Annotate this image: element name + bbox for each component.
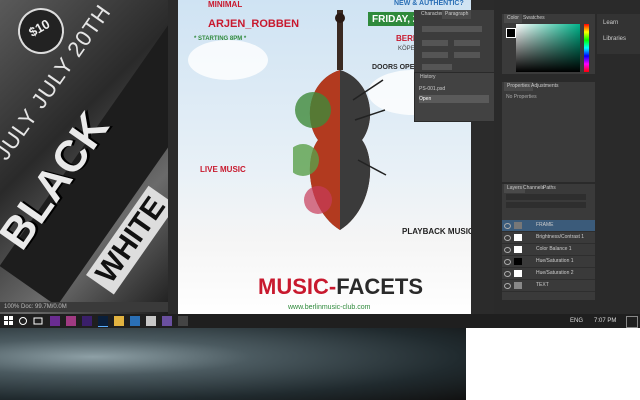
notifications-icon[interactable] [626,316,638,328]
cortana-icon[interactable] [18,316,28,326]
violin-tree-illustration [293,10,387,230]
layer-row[interactable]: Color Balance 1 [502,244,595,256]
poster-title: MUSIC-FACETS [258,274,423,300]
layer-name: Hue/Saturation 1 [536,258,574,264]
empty-area [466,328,640,400]
layer-thumbnail [514,222,522,229]
windows-start-icon[interactable] [4,316,14,326]
learn-item[interactable]: Learn [603,20,618,26]
poster-playback-label: PLAYBACK MUSIC [402,227,471,236]
color-picker-field[interactable] [516,24,580,72]
layer-row[interactable]: Hue/Saturation 1 [502,256,595,268]
layer-name: TEXT [536,282,549,288]
app-icon[interactable] [82,316,92,326]
space-before-field[interactable] [422,52,448,58]
tab-swatches[interactable]: Swatches [520,14,548,23]
left-flyer-canvas[interactable]: $10 JULY JULY 20TH BLACK WHITE 100% Doc:… [0,0,168,318]
clock[interactable]: 7:07 PM [594,316,616,326]
properties-panel[interactable]: Properties Adjustments No Properties [502,82,595,182]
folder-icon [514,282,522,289]
store-icon[interactable] [130,316,140,326]
task-view-icon[interactable] [33,316,43,326]
libraries-item[interactable]: Libraries [603,36,626,42]
foreground-swatch[interactable] [506,28,516,38]
layer-thumbnail [514,246,522,253]
layer-row[interactable]: TEXT [502,280,595,292]
file-explorer-icon[interactable] [114,316,124,326]
cloud [188,40,268,80]
app-icon[interactable] [50,316,60,326]
layer-row[interactable]: Hue/Saturation 2 [502,268,595,280]
layer-row[interactable]: FRAME [502,220,595,232]
layer-name: Hue/Saturation 2 [536,270,574,276]
poster-artist: ARJEN_ROBBEN [208,18,300,30]
layer-thumbnail [514,234,522,241]
poster-url: www.berlinmusic-club.com [288,304,371,311]
layer-filter-bar[interactable] [506,194,586,200]
tab-adjustments[interactable]: Adjustments [528,82,562,91]
eye-icon[interactable] [504,247,511,253]
poster-top-line1: MINIMAL [208,0,243,9]
eye-icon[interactable] [504,283,511,289]
indent-right-field[interactable] [454,40,480,46]
eye-icon[interactable] [504,271,511,277]
poster-live-label: LIVE MUSIC [200,165,246,174]
taskbar: ENG 7:07 PM [0,314,640,328]
hue-slider[interactable] [584,24,589,72]
document-status-bar: 100% Doc: 99.7M/0.0M [0,302,168,312]
layer-thumbnail [514,258,522,265]
app-icon[interactable] [162,316,172,326]
layers-panel[interactable]: Layers Channels Paths FRAME Brightness/C… [502,184,595,300]
indent-left-field[interactable] [422,40,448,46]
app-icon[interactable] [178,316,188,326]
desktop-wallpaper [0,328,466,400]
app-icon[interactable] [146,316,156,326]
layer-row[interactable]: Brightness/Contrast 1 [502,232,595,244]
language-indicator[interactable]: ENG [570,316,583,326]
poster-title-red: MUSIC [258,274,329,299]
hyphenate-checkbox[interactable] [422,64,452,70]
history-step-open[interactable]: Open [419,95,489,103]
photoshop-icon[interactable] [98,316,108,327]
layer-thumbnail [514,270,522,277]
tab-paragraph[interactable]: Paragraph [442,10,472,19]
poster-title-black: FACETS [336,274,424,299]
tab-history[interactable]: History [417,73,439,82]
layer-name: FRAME [536,222,554,228]
align-buttons[interactable] [422,26,482,32]
poster-start-time: * STARTING 8PM * [194,36,247,42]
app-icon[interactable] [66,316,76,326]
space-after-field[interactable] [454,52,480,58]
eye-icon[interactable] [504,259,511,265]
eye-icon[interactable] [504,223,511,229]
tab-paths[interactable]: Paths [540,184,559,193]
eye-icon[interactable] [504,235,511,241]
history-panel[interactable]: History PS-001.psd Open [414,72,496,122]
layer-name: Color Balance 1 [536,246,572,252]
layer-name: Brightness/Contrast 1 [536,234,585,240]
properties-hint: No Properties [506,94,537,100]
history-snapshot[interactable]: PS-001.psd [419,85,489,93]
poster-banner-text: NEW & AUTHENTIC? [394,0,464,7]
blend-mode-select[interactable] [506,202,586,208]
learn-libraries-panel[interactable]: Learn Libraries [597,14,640,54]
